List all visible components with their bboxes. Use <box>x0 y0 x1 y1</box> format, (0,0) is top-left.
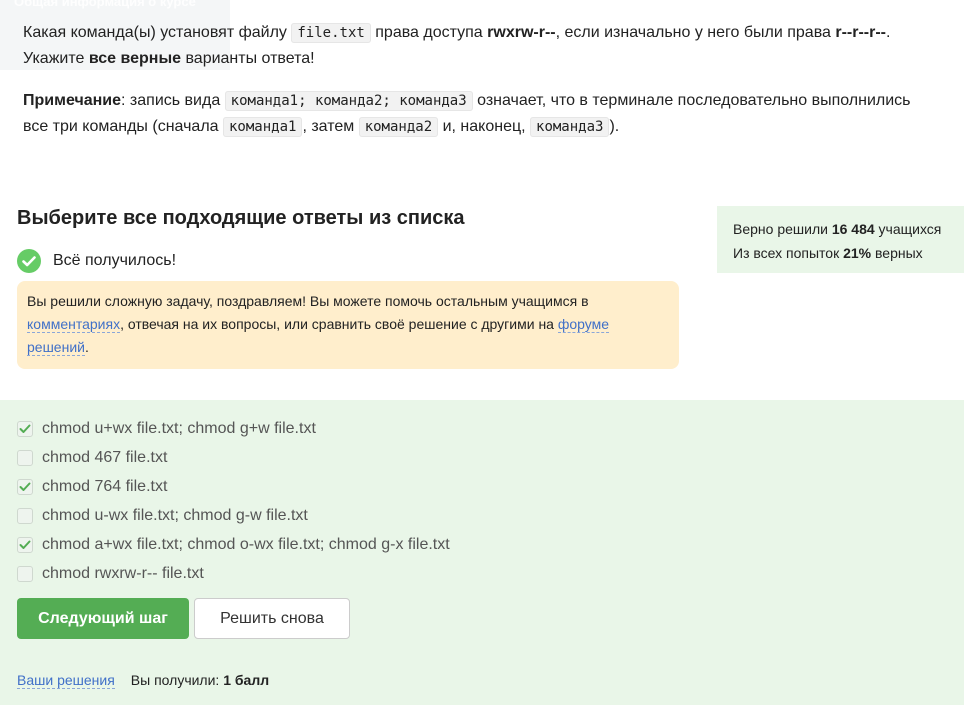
option-checkbox[interactable] <box>17 507 33 524</box>
option-checkbox[interactable] <box>17 420 33 437</box>
question-paragraph: Какая команда(ы) установят файлу file.tx… <box>23 23 891 67</box>
option-item[interactable]: chmod u-wx file.txt; chmod g-w file.txt <box>17 501 450 530</box>
score-text: Вы получили: 1 балл <box>130 672 270 688</box>
success-status: Всё получилось! <box>17 248 176 274</box>
question-text: Какая команда(ы) установят файлу file.tx… <box>23 20 933 140</box>
option-checkbox[interactable] <box>17 565 33 582</box>
option-item[interactable]: chmod rwxrw-r-- file.txt <box>17 559 450 588</box>
options-list: chmod u+wx file.txt; chmod g+w file.txt … <box>17 414 450 588</box>
option-item[interactable]: chmod 467 file.txt <box>17 443 450 472</box>
score-value: 1 балл <box>223 672 270 688</box>
your-solutions-link[interactable]: Ваши решения <box>17 672 115 689</box>
next-step-button[interactable]: Следующий шаг <box>17 598 189 639</box>
code-command3: команда3 <box>530 117 610 137</box>
option-label: chmod 467 file.txt <box>42 448 168 466</box>
stats-ratio: Из всех попыток 21% верных <box>733 245 923 261</box>
success-text: Всё получилось! <box>53 252 177 269</box>
footer: Ваши решения Вы получили: 1 балл <box>17 672 269 689</box>
note-label: Примечание <box>23 92 122 109</box>
option-checkbox[interactable] <box>17 449 33 466</box>
checkmark-icon <box>19 540 31 549</box>
option-label: chmod a+wx file.txt; chmod o-wx file.txt… <box>42 535 450 553</box>
option-label: chmod u-wx file.txt; chmod g-w file.txt <box>42 506 308 524</box>
option-item[interactable]: chmod 764 file.txt <box>17 472 450 501</box>
option-label: chmod u+wx file.txt; chmod g+w file.txt <box>42 419 316 437</box>
option-label: chmod 764 file.txt <box>42 477 168 495</box>
code-commands: команда1; команда2; команда3 <box>224 91 473 111</box>
success-check-icon <box>17 249 41 273</box>
checkmark-icon <box>19 482 31 491</box>
option-checkbox[interactable] <box>17 536 33 553</box>
stats-solved: Верно решили 16 484 учащихся <box>733 221 942 237</box>
code-command2: команда2 <box>358 117 439 137</box>
target-permissions: rwxrw-r-- <box>487 24 556 41</box>
retry-button[interactable]: Решить снова <box>194 598 350 639</box>
code-command1: команда1 <box>223 117 303 137</box>
stats-panel: Верно решили 16 484 учащихся Из всех поп… <box>717 206 964 273</box>
option-item[interactable]: chmod a+wx file.txt; chmod o-wx file.txt… <box>17 530 450 559</box>
option-checkbox[interactable] <box>17 478 33 495</box>
course-info-label: Общая информация о курсе <box>14 0 196 9</box>
comments-link[interactable]: комментариях <box>27 316 121 333</box>
option-item[interactable]: chmod u+wx file.txt; chmod g+w file.txt <box>17 414 450 443</box>
initial-permissions: r--r--r-- <box>835 24 887 41</box>
answers-panel: chmod u+wx file.txt; chmod g+w file.txt … <box>0 400 964 705</box>
section-title: Выберите все подходящие ответы из списка <box>17 207 465 229</box>
code-filename: file.txt <box>291 23 371 43</box>
checkmark-icon <box>19 424 31 433</box>
note-paragraph: Примечание: запись вида команда1; команд… <box>23 91 911 137</box>
congrats-notice: Вы решили сложную задачу, поздравляем! В… <box>17 281 679 369</box>
option-label: chmod rwxrw-r-- file.txt <box>42 564 204 582</box>
